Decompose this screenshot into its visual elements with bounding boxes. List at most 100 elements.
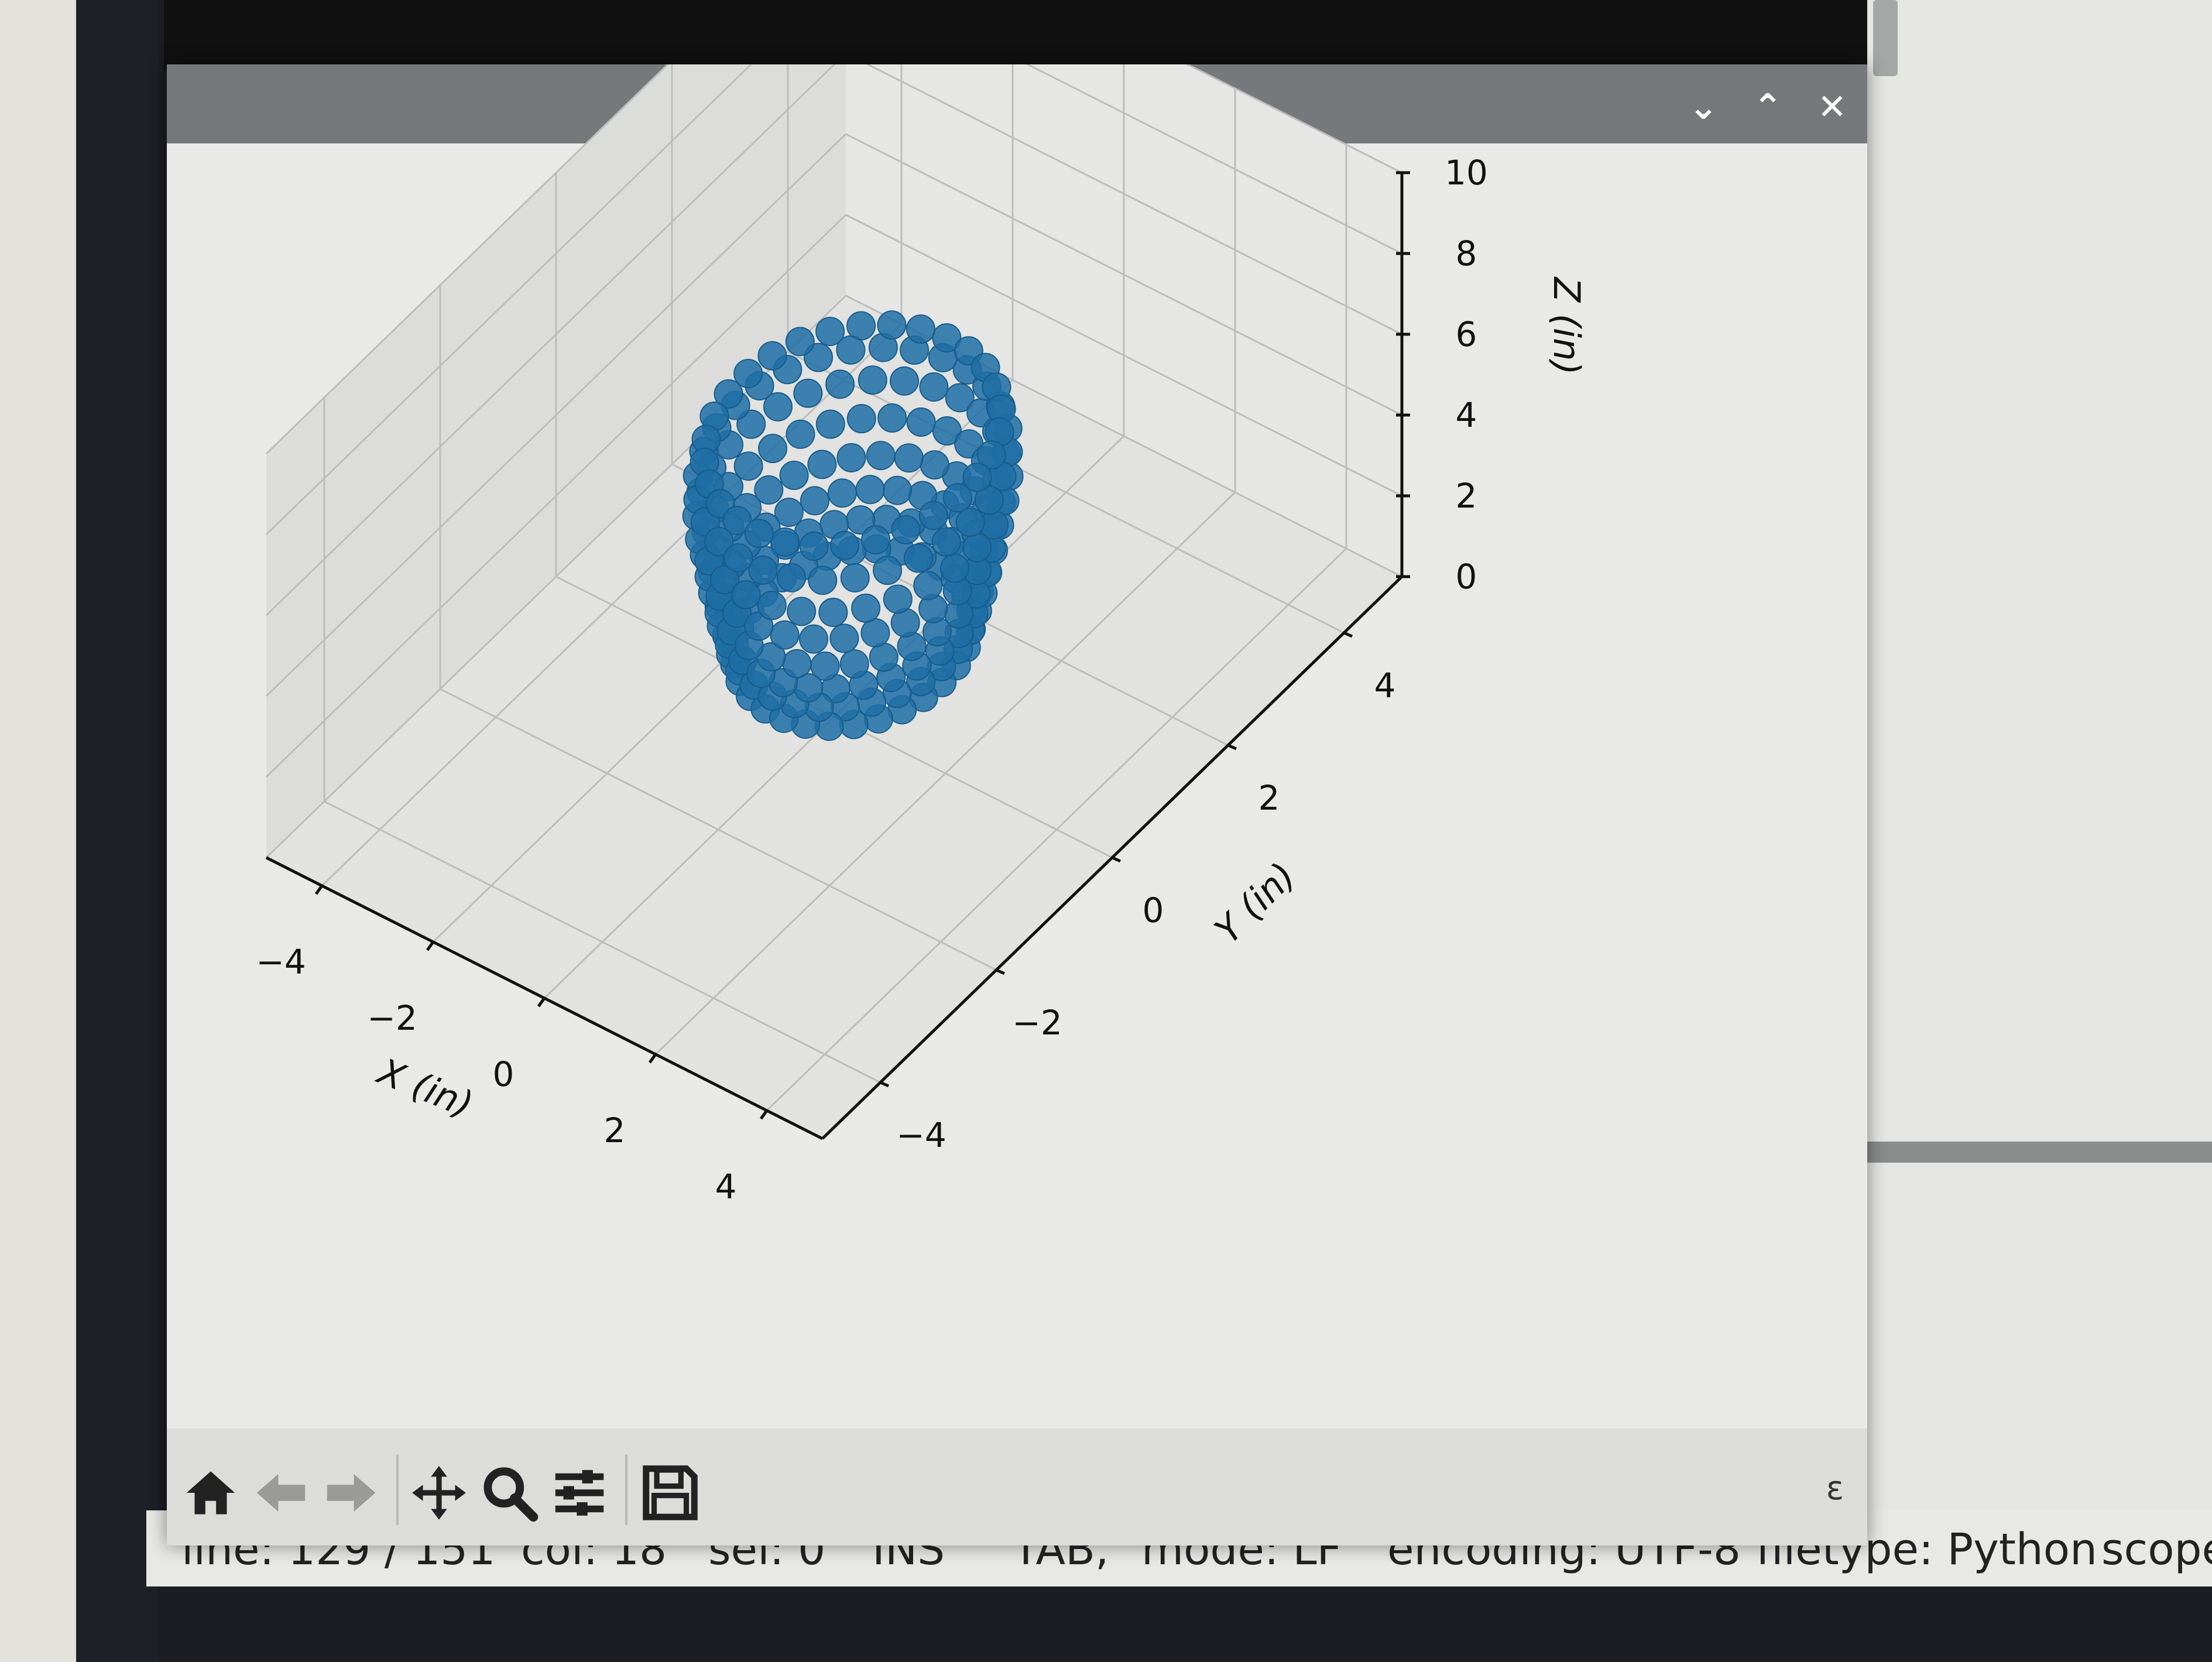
data-point xyxy=(799,624,829,654)
zoom-magnifier-icon[interactable] xyxy=(477,1461,541,1525)
forward-arrow-icon[interactable] xyxy=(319,1461,383,1525)
data-point xyxy=(906,407,936,437)
data-point xyxy=(787,597,817,626)
data-point xyxy=(869,642,898,672)
data-point xyxy=(955,508,985,537)
editor-background-strip xyxy=(164,0,1867,70)
data-point xyxy=(920,450,949,480)
toolbar-separator xyxy=(625,1455,627,1525)
data-point xyxy=(861,525,891,555)
y-tick-mark xyxy=(1227,743,1237,751)
home-icon[interactable] xyxy=(179,1461,243,1525)
data-point xyxy=(873,556,903,585)
navigation-toolbar: ɛ xyxy=(167,1428,1867,1546)
data-point xyxy=(827,478,857,508)
data-point xyxy=(883,475,913,505)
x-tick-label: 2 xyxy=(604,1111,626,1150)
data-point xyxy=(940,553,970,583)
y-tick-label: 2 xyxy=(1258,778,1280,818)
x-axis-label: X (in) xyxy=(371,1049,479,1126)
configure-subplots-icon[interactable] xyxy=(547,1461,612,1525)
data-point xyxy=(777,563,807,592)
figure-window: Figure 1 ⌄ ⌃ ✕ −4−2024−4−20240246810 X (… xyxy=(167,64,1867,1546)
data-point xyxy=(815,317,845,347)
z-tick-label: 8 xyxy=(1456,234,1477,273)
data-point xyxy=(748,555,778,585)
data-point xyxy=(786,419,815,449)
scrollbar-thumb[interactable] xyxy=(1873,0,1898,76)
data-point xyxy=(913,571,943,601)
data-point xyxy=(890,366,920,396)
y-tick-mark xyxy=(996,968,1005,975)
coordinate-readout: ɛ xyxy=(1826,1469,1844,1507)
y-axis-label: Y (in) xyxy=(1206,854,1304,952)
data-point xyxy=(779,460,809,490)
data-point xyxy=(894,443,924,473)
data-point xyxy=(846,404,876,434)
data-point xyxy=(943,483,973,513)
pane-divider[interactable] xyxy=(1867,1142,2212,1163)
monitor-bezel xyxy=(76,0,158,1662)
x-tick-mark xyxy=(426,941,435,951)
x-tick-label: 0 xyxy=(493,1054,515,1094)
data-point xyxy=(757,591,787,621)
y-tick-label: 0 xyxy=(1143,890,1164,930)
y-tick-label: −4 xyxy=(896,1115,946,1155)
data-point xyxy=(785,327,815,357)
z-tick-label: 0 xyxy=(1456,557,1477,597)
data-point xyxy=(807,450,837,479)
data-point xyxy=(782,649,812,678)
data-point xyxy=(818,597,848,627)
z-tick-label: 4 xyxy=(1456,395,1477,435)
x-tick-label: −4 xyxy=(256,942,306,982)
data-point xyxy=(883,584,913,614)
x-tick-mark xyxy=(314,885,324,895)
data-point xyxy=(800,486,829,516)
pan-move-icon[interactable] xyxy=(407,1461,471,1525)
z-tick-label: 10 xyxy=(1445,153,1488,193)
data-point xyxy=(919,372,949,402)
y-tick-mark xyxy=(1112,856,1121,863)
data-point xyxy=(906,314,935,344)
save-disk-icon[interactable] xyxy=(638,1461,702,1525)
data-point xyxy=(877,403,907,433)
data-point xyxy=(851,593,881,623)
data-point xyxy=(829,623,859,653)
data-point xyxy=(825,369,855,399)
editor-side-pane xyxy=(1867,0,2212,1581)
data-point xyxy=(839,649,869,679)
toolbar-separator xyxy=(396,1455,399,1525)
data-point xyxy=(877,310,907,340)
z-axis-label: Z (in) xyxy=(1545,276,1588,375)
data-point xyxy=(931,527,961,557)
data-point xyxy=(815,409,845,439)
data-point xyxy=(731,580,761,609)
y-tick-mark xyxy=(1343,631,1353,638)
x-tick-label: −2 xyxy=(367,998,417,1038)
data-point xyxy=(858,365,887,395)
plot-canvas[interactable]: −4 −2 0 2 4 −4 −2 0 2 4 0 2 4 6 8 10 X (in) Y (in) Z (in) xyxy=(167,64,1867,1428)
data-point xyxy=(757,341,787,371)
z-tick-label: 6 xyxy=(1456,314,1477,354)
data-point xyxy=(903,543,933,573)
data-point xyxy=(830,530,860,560)
data-point xyxy=(866,441,896,471)
data-point xyxy=(808,566,838,595)
status-scope: scope xyxy=(2101,1524,2212,1575)
y-tick-label: 4 xyxy=(1374,666,1396,705)
back-arrow-icon[interactable] xyxy=(249,1461,313,1525)
data-point xyxy=(891,515,921,544)
x-tick-mark xyxy=(537,997,546,1008)
data-point xyxy=(836,443,866,472)
x-tick-mark xyxy=(648,1053,657,1064)
data-point xyxy=(770,620,800,650)
y-tick-label: −2 xyxy=(1012,1003,1062,1043)
data-point xyxy=(860,618,890,648)
x-tick-mark xyxy=(759,1109,769,1120)
data-point xyxy=(744,519,774,549)
data-point xyxy=(918,501,948,530)
data-point xyxy=(723,543,753,573)
y-tick-mark xyxy=(880,1081,889,1088)
z-tick-label: 2 xyxy=(1456,476,1477,516)
data-point xyxy=(840,563,870,592)
